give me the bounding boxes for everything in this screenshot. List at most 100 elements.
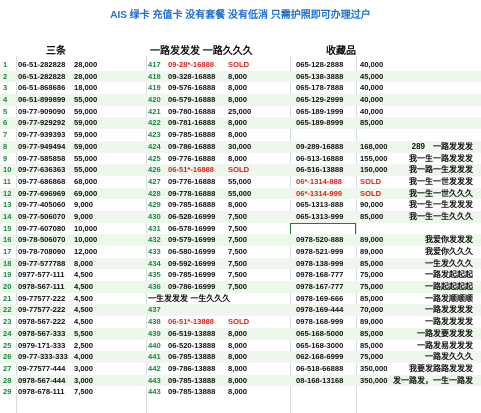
price-cell[interactable]: 8,000 bbox=[228, 199, 247, 211]
phone-number-cell[interactable]: 09-77-929292 bbox=[18, 117, 65, 129]
phone-number-cell[interactable]: 09-780-16888 bbox=[168, 106, 215, 118]
meaning-cell[interactable]: 一路发发发发 bbox=[425, 316, 473, 328]
phone-number-cell[interactable]: 062-168-6999 bbox=[296, 351, 343, 363]
price-cell[interactable]: 59,000 bbox=[74, 117, 97, 129]
phone-number-cell[interactable]: 08-168-13168 bbox=[296, 375, 343, 387]
phone-number-cell[interactable]: 06-51*-13888 bbox=[168, 316, 214, 328]
price-cell[interactable]: 9,000 bbox=[74, 199, 93, 211]
price-cell[interactable]: 12,000 bbox=[74, 246, 97, 258]
price-cell[interactable]: 7,500 bbox=[228, 258, 247, 270]
phone-number-cell[interactable]: 09-77577-222 bbox=[18, 304, 65, 316]
row-number[interactable]: 21 bbox=[3, 293, 11, 305]
phone-number-cell[interactable]: 09-776-16888 bbox=[168, 153, 215, 165]
phone-number-cell[interactable]: 09-579-16999 bbox=[168, 234, 215, 246]
price-cell[interactable]: 69,000 bbox=[74, 188, 97, 200]
phone-number-cell[interactable]: 09-78-708090 bbox=[18, 246, 65, 258]
phone-number-cell[interactable]: 09-778-16888 bbox=[168, 188, 215, 200]
phone-number-cell[interactable]: 0978-567-111 bbox=[18, 281, 64, 293]
price-cell[interactable]: 89,000 bbox=[360, 234, 383, 246]
item-id-cell[interactable]: 443 bbox=[148, 375, 161, 387]
price-cell[interactable]: 59,000 bbox=[74, 141, 97, 153]
meaning-cell[interactable]: 一路发要发发发 bbox=[417, 328, 473, 340]
phone-number-cell[interactable]: 09-776-16888 bbox=[168, 176, 215, 188]
item-id-cell[interactable]: 428 bbox=[148, 188, 161, 200]
item-id-cell[interactable]: 419 bbox=[148, 82, 161, 94]
item-id-cell[interactable]: 440 bbox=[148, 340, 161, 352]
phone-number-cell[interactable]: 09-785-13888 bbox=[168, 375, 215, 387]
row-number[interactable]: 2 bbox=[3, 71, 7, 83]
phone-number-cell[interactable]: 0978-678-111 bbox=[18, 386, 64, 398]
item-id-cell[interactable]: 424 bbox=[148, 141, 161, 153]
phone-number-cell[interactable]: 09-781-16888 bbox=[168, 117, 215, 129]
meaning-cell[interactable]: 我一生一生久久久 bbox=[409, 211, 473, 223]
phone-number-cell[interactable]: 06-51-282828 bbox=[18, 71, 65, 83]
meaning-cell[interactable]: 我一生一世久久久 bbox=[409, 188, 473, 200]
row-number[interactable]: 26 bbox=[3, 351, 11, 363]
item-id-cell[interactable]: 422 bbox=[148, 117, 161, 129]
phone-number-cell[interactable]: 09-77-636363 bbox=[18, 164, 65, 176]
phone-number-cell[interactable]: 0978-567-444 bbox=[18, 375, 65, 387]
price-cell[interactable]: 25,000 bbox=[228, 106, 251, 118]
row-number[interactable]: 15 bbox=[3, 223, 11, 235]
price-cell[interactable]: SOLD bbox=[228, 316, 249, 328]
meaning-cell[interactable]: 我爱你发发发 bbox=[425, 234, 473, 246]
item-id-cell[interactable]: 430 bbox=[148, 211, 161, 223]
price-cell[interactable]: 90,000 bbox=[360, 199, 383, 211]
phone-number-cell[interactable]: 09-77-405060 bbox=[18, 199, 65, 211]
phone-number-cell[interactable]: 06-516-13888 bbox=[296, 164, 343, 176]
price-cell[interactable]: 40,000 bbox=[360, 94, 383, 106]
price-cell[interactable]: 7,500 bbox=[228, 246, 247, 258]
phone-number-cell[interactable]: 09-77-333-333 bbox=[18, 351, 68, 363]
price-cell[interactable]: 8,000 bbox=[228, 117, 247, 129]
price-cell[interactable]: 55,000 bbox=[228, 188, 251, 200]
price-cell[interactable]: 70,000 bbox=[360, 304, 383, 316]
item-id-cell[interactable]: 417 bbox=[148, 59, 161, 71]
price-cell[interactable]: 155,000 bbox=[360, 153, 387, 165]
price-cell[interactable]: 55,000 bbox=[74, 164, 97, 176]
row-number[interactable]: 17 bbox=[3, 246, 11, 258]
phone-number-cell[interactable]: 0978-169-666 bbox=[296, 293, 343, 305]
phone-number-cell[interactable]: 0978-168-999 bbox=[296, 316, 343, 328]
meaning-cell[interactable]: 289 一路发发发 bbox=[412, 141, 473, 153]
item-id-cell[interactable]: 431 bbox=[148, 223, 161, 235]
phone-number-cell[interactable]: 065-189-1999 bbox=[296, 106, 343, 118]
phone-number-cell[interactable]: 0978-167-777 bbox=[296, 281, 343, 293]
phone-number-cell[interactable]: 09-785-16888 bbox=[168, 129, 215, 141]
meaning-cell[interactable]: 一路发起起起 bbox=[425, 269, 473, 281]
price-cell[interactable]: 3,000 bbox=[74, 375, 93, 387]
price-cell[interactable]: 85,000 bbox=[360, 293, 383, 305]
meaning-cell[interactable]: 发一路发，一生一路发 bbox=[393, 375, 473, 387]
price-cell[interactable]: 8,000 bbox=[228, 340, 247, 352]
phone-number-cell[interactable]: 06-579-16888 bbox=[168, 94, 215, 106]
price-cell[interactable]: 7,500 bbox=[228, 211, 247, 223]
row-number[interactable]: 6 bbox=[3, 117, 7, 129]
price-cell[interactable]: 85,000 bbox=[360, 340, 383, 352]
row-number[interactable]: 20 bbox=[3, 281, 11, 293]
row-number[interactable]: 18 bbox=[3, 258, 11, 270]
item-id-cell[interactable]: 432 bbox=[148, 234, 161, 246]
row-number[interactable]: 16 bbox=[3, 234, 11, 246]
meaning-cell[interactable]: 我一生一路发发发 bbox=[409, 153, 473, 165]
price-cell[interactable]: 7,500 bbox=[74, 386, 93, 398]
row-number[interactable]: 29 bbox=[3, 386, 11, 398]
price-cell[interactable]: 28,000 bbox=[74, 71, 97, 83]
price-cell[interactable]: SOLD bbox=[228, 59, 249, 71]
phone-number-cell[interactable]: 06-519-13888 bbox=[168, 328, 215, 340]
phone-number-cell[interactable]: 09-77-696969 bbox=[18, 188, 65, 200]
meaning-cell[interactable]: 一路发易发发发 bbox=[417, 340, 473, 352]
item-id-cell[interactable]: 435 bbox=[148, 269, 161, 281]
phone-number-cell[interactable]: 09-77-909090 bbox=[18, 106, 65, 118]
price-cell[interactable]: 8,000 bbox=[228, 328, 247, 340]
price-cell[interactable]: 59,000 bbox=[74, 106, 97, 118]
price-cell[interactable]: 28,000 bbox=[74, 59, 97, 71]
row-number[interactable]: 4 bbox=[3, 94, 7, 106]
phone-number-cell[interactable]: 06*-1314-999 bbox=[296, 188, 342, 200]
item-id-cell[interactable]: 423 bbox=[148, 129, 161, 141]
item-id-cell[interactable]: 439 bbox=[148, 328, 161, 340]
phone-number-cell[interactable]: 09-785-16888 bbox=[168, 199, 215, 211]
price-cell[interactable]: 7,500 bbox=[228, 281, 247, 293]
price-cell[interactable]: 8,000 bbox=[228, 129, 247, 141]
price-cell[interactable]: 59,000 bbox=[74, 129, 97, 141]
item-id-cell[interactable]: 427 bbox=[148, 176, 161, 188]
price-cell[interactable]: 4,500 bbox=[74, 316, 93, 328]
